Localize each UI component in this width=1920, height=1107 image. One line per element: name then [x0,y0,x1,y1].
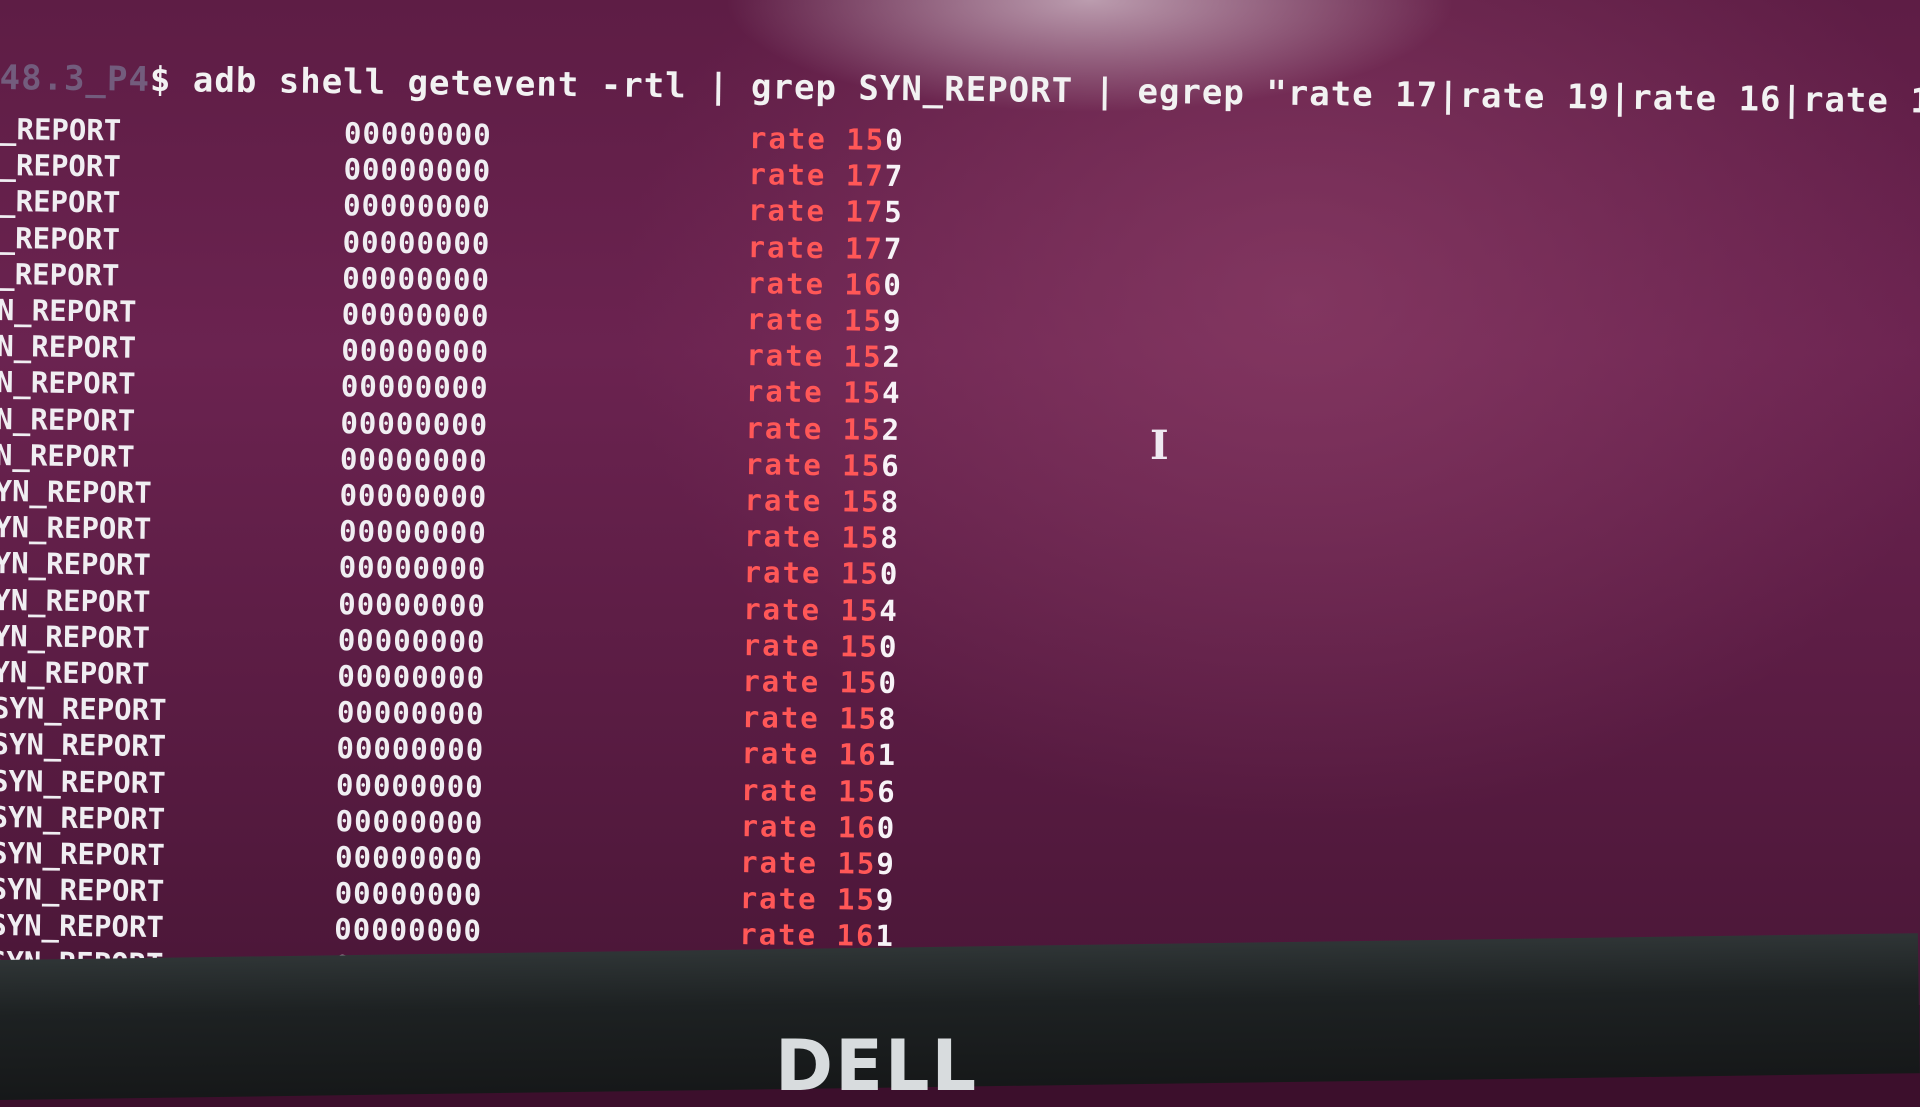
rate-value: rate 156 [744,446,901,483]
command-text: adb shell getevent -rtl | grep SYN_REPOR… [171,60,1920,123]
event-value: 00000000 [336,731,485,768]
rate-value: rate 150 [748,121,905,158]
event-value: 00000000 [338,586,487,623]
event-name: _REPORT [0,220,121,257]
event-value: 00000000 [343,116,492,153]
rate-value: rate 161 [741,736,898,773]
event-value: 00000000 [337,659,486,695]
event-name: _REPORT [0,184,121,220]
rate-value: rate 154 [745,374,902,411]
event-name: N_REPORT [0,365,136,402]
rate-value: rate 152 [745,410,902,447]
event-name: _REPORT [0,111,122,148]
rate-value: rate 150 [742,664,899,701]
event-name: _REPORT [0,256,120,293]
event-name: YN_REPORT [0,473,152,510]
event-name: SYN_REPORT [0,691,167,728]
event-value: 00000000 [335,803,484,840]
event-value: 00000000 [337,622,486,659]
rate-value: rate 150 [742,627,899,664]
rate-value: rate 152 [746,338,903,375]
rate-value: rate 160 [740,808,897,845]
event-name: SYN_REPORT [0,727,167,764]
event-name: YN_REPORT [0,654,150,691]
event-name: SYN_REPORT [0,908,165,945]
event-value: 00000000 [341,333,490,370]
event-value: 00000000 [336,695,485,732]
event-name: N_REPORT [0,437,135,474]
prompt-symbol: $ [149,59,172,101]
event-value: 00000000 [341,297,490,333]
rate-value: rate 159 [739,845,897,882]
rate-value: rate 154 [743,591,900,628]
event-value: 00000000 [334,840,484,876]
event-value: 00000000 [334,876,483,913]
event-name: _REPORT [0,148,122,184]
event-value: 00000000 [339,441,488,478]
prompt-host: 48.3_P4 [0,57,151,100]
event-value: 00000000 [342,224,491,261]
text-cursor-icon: I [1150,422,1169,469]
rate-value: rate 158 [743,519,900,556]
rate-value: rate 150 [743,555,900,592]
event-value: 00000000 [338,550,487,587]
event-name: SYN_REPORT [0,763,166,800]
event-value: 00000000 [343,152,492,189]
event-value: 00000000 [342,188,492,225]
rate-value: rate 159 [746,302,903,339]
rate-value: rate 156 [740,772,897,809]
rate-value: rate 158 [741,700,898,737]
event-name: YN_REPORT [0,510,152,547]
event-name: YN_REPORT [0,618,151,655]
event-name: N_REPORT [0,329,137,365]
event-value: 00000000 [339,478,488,514]
command-line: 48.3_P4$ adb shell getevent -rtl | grep … [0,58,1920,122]
rate-value: rate 177 [748,157,905,194]
terminal-window[interactable]: 48.3_P4$ adb shell getevent -rtl | grep … [0,50,1920,1005]
event-name: N_REPORT [0,401,136,438]
rate-value: rate 158 [744,483,901,520]
event-name: YN_REPORT [0,546,152,583]
rate-value: rate 160 [747,265,904,302]
monitor-screen: 48.3_P4$ adb shell getevent -rtl | grep … [0,0,1920,1005]
event-value: 00000000 [338,514,488,551]
rate-value: rate 177 [747,229,904,266]
event-name: YN_REPORT [0,582,151,619]
event-value: 00000000 [334,912,483,949]
event-name: SYN_REPORT [0,872,165,909]
rate-value: rate 175 [747,193,904,230]
event-value: 00000000 [340,369,489,406]
event-name: N_REPORT [0,292,137,329]
event-value: 00000000 [342,260,491,297]
rate-value: rate 159 [739,881,896,918]
event-name: SYN_REPORT [0,835,165,873]
event-name: SYN_REPORT [0,799,166,836]
event-value: 00000000 [335,767,484,804]
event-value: 00000000 [340,405,489,442]
dell-logo: DELL [775,1025,979,1107]
